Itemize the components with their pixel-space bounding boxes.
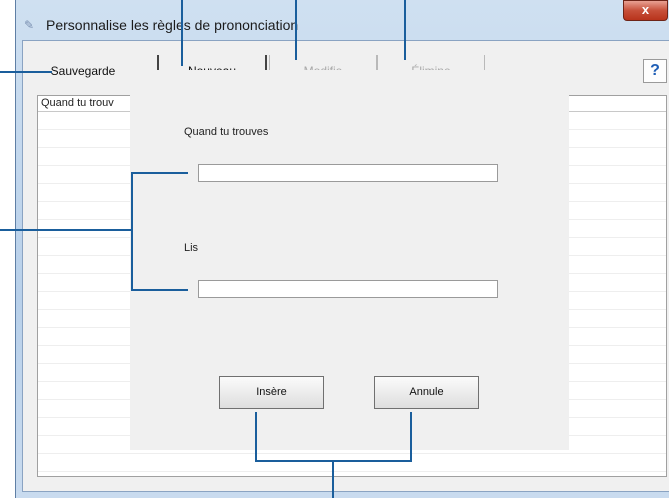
cancel-button-label: Annule	[409, 386, 444, 398]
title-bar: ✎ Personnalise les règles de prononciati…	[16, 10, 669, 40]
list-header-label: Quand tu trouv	[41, 97, 114, 109]
insert-button-label: Insère	[256, 386, 287, 398]
callout-modifie	[295, 0, 297, 60]
callout-nouveau	[181, 0, 183, 66]
callout-buttons-right	[410, 412, 412, 462]
read-input[interactable]	[198, 280, 498, 298]
tab-sauvegarde-label: Sauvegarde	[50, 64, 116, 78]
close-icon: x	[641, 2, 650, 17]
main-window: ✎ Personnalise les règles de prononciati…	[15, 0, 669, 498]
callout-input-read	[131, 289, 188, 291]
help-icon: ?	[650, 62, 660, 79]
app-icon: ✎	[24, 18, 35, 32]
callout-buttons-down	[332, 460, 334, 498]
cancel-button[interactable]: Annule	[374, 376, 479, 409]
find-label: Quand tu trouves	[184, 126, 269, 138]
callout-inputs-left	[0, 229, 132, 231]
callout-input-find	[131, 172, 188, 174]
close-button[interactable]: x	[623, 0, 668, 21]
callout-buttons-left	[255, 412, 257, 462]
read-label: Lis	[184, 242, 199, 254]
callout-inputs-vertical	[131, 172, 133, 291]
help-button[interactable]: ?	[643, 59, 667, 83]
insert-button[interactable]: Insère	[219, 376, 324, 409]
find-input[interactable]	[198, 164, 498, 182]
callout-elimine	[404, 0, 406, 60]
new-rule-dialog: Quand tu trouves Lis Insère Annule	[130, 70, 569, 450]
window-title: Personnalise les règles de prononciation	[46, 17, 299, 33]
callout-sauvegarde	[0, 71, 52, 73]
